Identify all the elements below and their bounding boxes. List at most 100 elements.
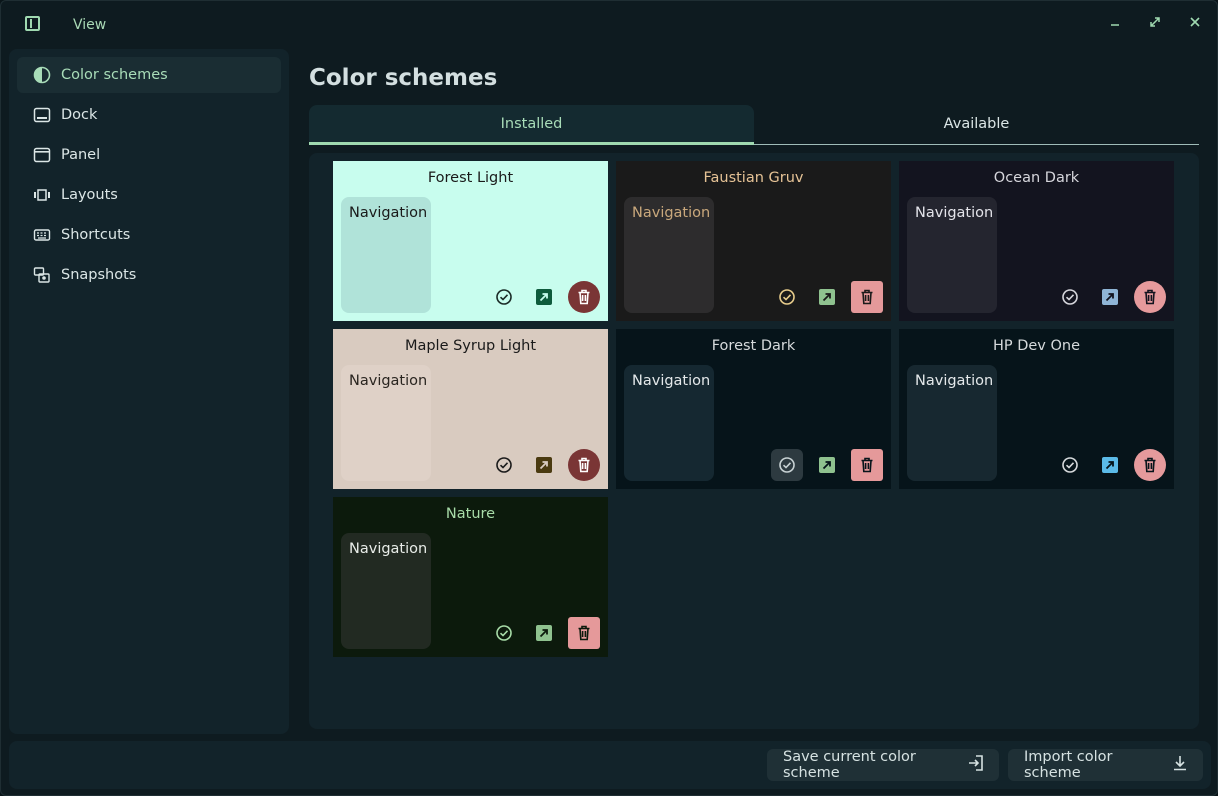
edit-scheme-button[interactable] bbox=[1094, 281, 1126, 313]
select-scheme-button[interactable] bbox=[1054, 281, 1086, 313]
scheme-card[interactable]: Forest Light Navigation bbox=[333, 161, 608, 321]
dock-icon bbox=[33, 106, 51, 124]
scheme-nav-preview: Navigation bbox=[341, 365, 431, 481]
scheme-name: Forest Light bbox=[427, 170, 514, 186]
scheme-nav-preview: Navigation bbox=[624, 365, 714, 481]
scheme-name: HP Dev One bbox=[992, 338, 1081, 354]
scheme-name: Ocean Dark bbox=[993, 170, 1080, 186]
select-scheme-button[interactable] bbox=[488, 617, 520, 649]
select-scheme-button[interactable] bbox=[488, 449, 520, 481]
delete-scheme-button[interactable] bbox=[851, 449, 883, 481]
trash-icon bbox=[861, 457, 873, 473]
page-title: Color schemes bbox=[309, 65, 498, 91]
sidebar-item-panel[interactable]: Panel bbox=[17, 137, 281, 173]
select-scheme-button[interactable] bbox=[771, 281, 803, 313]
delete-scheme-button[interactable] bbox=[568, 449, 600, 481]
half-circle-icon bbox=[33, 66, 51, 84]
keyboard-icon bbox=[33, 226, 51, 244]
scheme-tabs: Installed Available bbox=[309, 105, 1199, 145]
check-circle-icon bbox=[1062, 289, 1078, 305]
sign-in-icon bbox=[957, 754, 985, 776]
delete-scheme-button[interactable] bbox=[568, 281, 600, 313]
footer: Save current color scheme Import color s… bbox=[9, 741, 1211, 789]
edit-scheme-button[interactable] bbox=[528, 281, 560, 313]
app-logo-icon bbox=[25, 16, 40, 31]
arrow-up-right-icon bbox=[819, 289, 835, 305]
tab-available[interactable]: Available bbox=[754, 105, 1199, 145]
scheme-nav-preview: Navigation bbox=[907, 197, 997, 313]
sidebar-item-label: Layouts bbox=[61, 187, 118, 203]
panel-icon bbox=[33, 146, 51, 164]
sidebar: Color schemes Dock Panel Layouts Shortcu… bbox=[9, 49, 289, 734]
sidebar-item-label: Dock bbox=[61, 107, 98, 123]
import-scheme-label: Import color scheme bbox=[1024, 749, 1113, 781]
scheme-nav-preview: Navigation bbox=[624, 197, 714, 313]
scheme-card[interactable]: Maple Syrup Light Navigation bbox=[333, 329, 608, 489]
trash-icon bbox=[1144, 457, 1156, 473]
scheme-card[interactable]: Ocean Dark Navigation bbox=[899, 161, 1174, 321]
scheme-card[interactable]: Faustian Gruv Navigation bbox=[616, 161, 891, 321]
select-scheme-button[interactable] bbox=[1054, 449, 1086, 481]
edit-scheme-button[interactable] bbox=[1094, 449, 1126, 481]
scheme-nav-preview: Navigation bbox=[907, 365, 997, 481]
snapshots-icon bbox=[33, 266, 51, 284]
check-circle-icon bbox=[779, 457, 795, 473]
sidebar-item-dock[interactable]: Dock bbox=[17, 97, 281, 133]
tab-installed[interactable]: Installed bbox=[309, 105, 754, 145]
scheme-nav-preview: Navigation bbox=[341, 533, 431, 649]
delete-scheme-button[interactable] bbox=[568, 617, 600, 649]
trash-icon bbox=[578, 289, 590, 305]
save-scheme-label: Save current color scheme bbox=[783, 749, 916, 781]
trash-icon bbox=[578, 625, 590, 641]
check-circle-icon bbox=[496, 289, 512, 305]
settings-window: View Color schemes Dock Panel Layouts Sh… bbox=[0, 0, 1218, 796]
sidebar-item-shortcuts[interactable]: Shortcuts bbox=[17, 217, 281, 253]
edit-scheme-button[interactable] bbox=[528, 449, 560, 481]
check-circle-icon bbox=[1062, 457, 1078, 473]
scheme-nav-preview: Navigation bbox=[341, 197, 431, 313]
check-circle-icon bbox=[496, 625, 512, 641]
edit-scheme-button[interactable] bbox=[811, 281, 843, 313]
scheme-card[interactable]: HP Dev One Navigation bbox=[899, 329, 1174, 489]
delete-scheme-button[interactable] bbox=[851, 281, 883, 313]
sidebar-item-label: Color schemes bbox=[61, 67, 168, 83]
scheme-grid: Forest Light Navigation Faustian Gruv Navig… bbox=[309, 153, 1199, 729]
download-icon bbox=[1161, 754, 1189, 776]
trash-icon bbox=[861, 289, 873, 305]
save-scheme-button[interactable]: Save current color scheme bbox=[767, 749, 999, 781]
edit-scheme-button[interactable] bbox=[811, 449, 843, 481]
edit-scheme-button[interactable] bbox=[528, 617, 560, 649]
arrow-up-right-icon bbox=[1102, 289, 1118, 305]
arrow-up-right-icon bbox=[536, 625, 552, 641]
select-scheme-button[interactable] bbox=[488, 281, 520, 313]
minimize-icon[interactable] bbox=[1105, 15, 1125, 35]
scheme-name: Maple Syrup Light bbox=[404, 338, 537, 354]
check-circle-icon bbox=[779, 289, 795, 305]
scheme-name: Nature bbox=[445, 506, 496, 522]
scheme-name: Forest Dark bbox=[711, 338, 796, 354]
arrow-up-right-icon bbox=[536, 289, 552, 305]
sidebar-item-color-schemes[interactable]: Color schemes bbox=[17, 57, 281, 93]
trash-icon bbox=[1144, 289, 1156, 305]
select-scheme-button[interactable] bbox=[771, 449, 803, 481]
sidebar-item-label: Panel bbox=[61, 147, 101, 163]
arrow-up-right-icon bbox=[819, 457, 835, 473]
check-circle-icon bbox=[496, 457, 512, 473]
arrow-up-right-icon bbox=[536, 457, 552, 473]
trash-icon bbox=[578, 457, 590, 473]
layouts-icon bbox=[33, 186, 51, 204]
delete-scheme-button[interactable] bbox=[1134, 449, 1166, 481]
arrow-up-right-icon bbox=[1102, 457, 1118, 473]
maximize-icon[interactable] bbox=[1145, 15, 1165, 35]
sidebar-item-snapshots[interactable]: Snapshots bbox=[17, 257, 281, 293]
sidebar-item-layouts[interactable]: Layouts bbox=[17, 177, 281, 213]
view-menu[interactable]: View bbox=[63, 14, 116, 36]
scheme-name: Faustian Gruv bbox=[703, 170, 804, 186]
sidebar-item-label: Shortcuts bbox=[61, 227, 131, 243]
delete-scheme-button[interactable] bbox=[1134, 281, 1166, 313]
close-icon[interactable] bbox=[1185, 15, 1205, 35]
scheme-card[interactable]: Forest Dark Navigation bbox=[616, 329, 891, 489]
scheme-card[interactable]: Nature Navigation bbox=[333, 497, 608, 657]
import-scheme-button[interactable]: Import color scheme bbox=[1008, 749, 1203, 781]
title-bar: View bbox=[1, 1, 1217, 47]
